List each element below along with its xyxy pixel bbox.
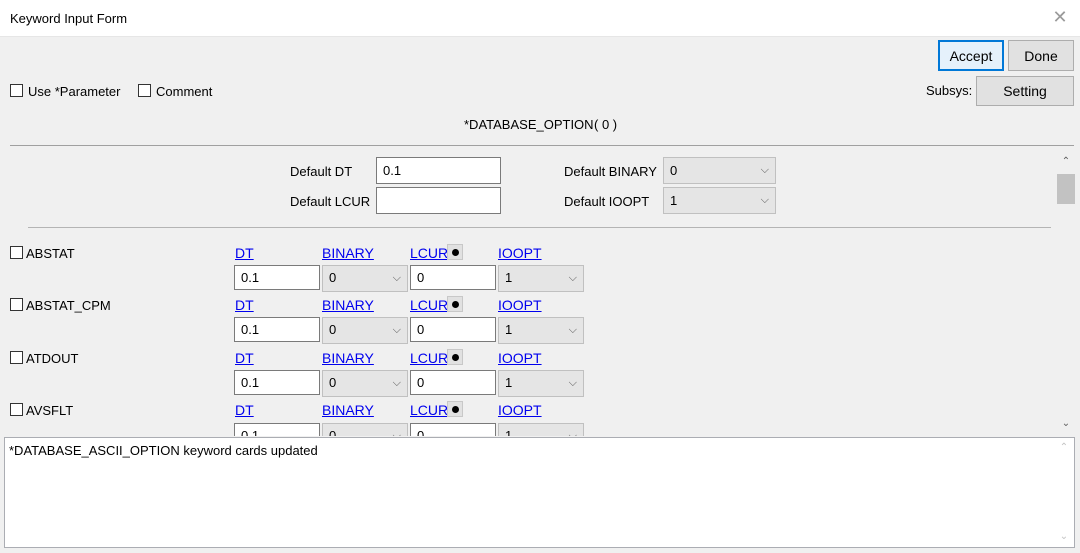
- lcur-input[interactable]: [410, 265, 496, 290]
- default-dt-input[interactable]: [376, 157, 501, 184]
- dt-input[interactable]: [234, 265, 320, 290]
- defaults-divider: [28, 227, 1051, 228]
- ioopt-link[interactable]: IOOPT: [498, 350, 542, 366]
- row-checkbox[interactable]: [10, 351, 23, 364]
- lcur-input[interactable]: [410, 370, 496, 395]
- keyword-title: *DATABASE_OPTION: [464, 117, 594, 132]
- chevron-down-icon: ⌵: [392, 324, 401, 336]
- chevron-down-icon: ⌵: [760, 194, 769, 206]
- scroll-up-icon[interactable]: ⌃: [1055, 440, 1073, 456]
- ioopt-select[interactable]: 1 ⌵: [498, 370, 584, 397]
- ioopt-value: 1: [505, 428, 513, 436]
- setting-button-label: Setting: [1003, 83, 1047, 99]
- dt-input[interactable]: [234, 317, 320, 342]
- comment-checkbox[interactable]: [138, 84, 151, 97]
- ioopt-value: 1: [505, 270, 513, 285]
- lcur-input[interactable]: [410, 317, 496, 342]
- scroll-down-icon[interactable]: ⌄: [1057, 416, 1075, 432]
- log-message: *DATABASE_ASCII_OPTION keyword cards upd…: [9, 443, 318, 458]
- ioopt-link[interactable]: IOOPT: [498, 402, 542, 418]
- accept-button-label: Accept: [949, 47, 993, 64]
- default-ioopt-select[interactable]: 1 ⌵: [663, 187, 776, 214]
- default-binary-label: Default BINARY: [564, 164, 657, 179]
- row-checkbox[interactable]: [10, 246, 23, 259]
- keyword-card-area: Default DT Default LCUR Default BINARY 0…: [0, 146, 1080, 436]
- binary-value: 0: [329, 375, 337, 390]
- log-scrollbar[interactable]: ⌃ ⌄: [1055, 438, 1073, 547]
- chevron-down-icon: ⌵: [568, 272, 577, 284]
- message-log[interactable]: *DATABASE_ASCII_OPTION keyword cards upd…: [4, 437, 1075, 548]
- chevron-down-icon: ⌵: [392, 430, 401, 436]
- binary-select[interactable]: 0 ⌵: [322, 265, 408, 292]
- default-ioopt-label: Default IOOPT: [564, 194, 650, 209]
- chevron-down-icon: ⌵: [760, 164, 769, 176]
- ioopt-value: 1: [505, 375, 513, 390]
- row-keyword-name: ABSTAT: [26, 246, 75, 261]
- lcur-input[interactable]: [410, 423, 496, 436]
- dt-link[interactable]: DT: [235, 402, 254, 418]
- dt-input[interactable]: [234, 370, 320, 395]
- binary-link[interactable]: BINARY: [322, 297, 374, 313]
- done-button[interactable]: Done: [1008, 40, 1074, 71]
- pick-dot-icon[interactable]: [447, 349, 463, 365]
- accept-button[interactable]: Accept: [938, 40, 1004, 71]
- chevron-down-icon: ⌵: [568, 324, 577, 336]
- default-lcur-label: Default LCUR: [290, 194, 371, 209]
- binary-link[interactable]: BINARY: [322, 350, 374, 366]
- row-checkbox[interactable]: [10, 403, 23, 416]
- scroll-up-icon[interactable]: ⌃: [1057, 154, 1075, 170]
- default-ioopt-value: 1: [670, 193, 678, 208]
- binary-select[interactable]: 0 ⌵: [322, 423, 408, 436]
- pick-dot-icon[interactable]: [447, 296, 463, 312]
- dt-link[interactable]: DT: [235, 350, 254, 366]
- binary-link[interactable]: BINARY: [322, 402, 374, 418]
- default-binary-select[interactable]: 0 ⌵: [663, 157, 776, 184]
- keyword-count: ( 0 ): [594, 117, 618, 132]
- ioopt-select[interactable]: 1 ⌵: [498, 423, 584, 436]
- chevron-down-icon: ⌵: [392, 377, 401, 389]
- setting-button[interactable]: Setting: [976, 76, 1074, 106]
- use-parameter-checkbox[interactable]: [10, 84, 23, 97]
- binary-value: 0: [329, 270, 337, 285]
- dt-link[interactable]: DT: [235, 297, 254, 313]
- comment-label: Comment: [156, 84, 213, 99]
- lcur-link[interactable]: LCUR: [410, 402, 448, 418]
- binary-value: 0: [329, 428, 337, 436]
- chevron-down-icon: ⌵: [568, 430, 577, 436]
- ioopt-value: 1: [505, 322, 513, 337]
- row-keyword-name: AVSFLT: [26, 403, 74, 418]
- pick-dot-icon[interactable]: [447, 244, 463, 260]
- scrollbar-thumb[interactable]: [1057, 174, 1075, 204]
- default-dt-label: Default DT: [290, 164, 353, 179]
- lcur-link[interactable]: LCUR: [410, 350, 448, 366]
- close-icon[interactable]: ✕: [1052, 6, 1068, 28]
- use-parameter-label: Use *Parameter: [28, 84, 121, 99]
- pick-dot-icon[interactable]: [447, 401, 463, 417]
- binary-link[interactable]: BINARY: [322, 245, 374, 261]
- ioopt-link[interactable]: IOOPT: [498, 297, 542, 313]
- default-lcur-input[interactable]: [376, 187, 501, 214]
- dt-input[interactable]: [234, 423, 320, 436]
- dt-link[interactable]: DT: [235, 245, 254, 261]
- ioopt-select[interactable]: 1 ⌵: [498, 265, 584, 292]
- chevron-down-icon: ⌵: [392, 272, 401, 284]
- vertical-scrollbar[interactable]: ⌃ ⌄: [1057, 152, 1075, 434]
- chevron-down-icon: ⌵: [568, 377, 577, 389]
- binary-select[interactable]: 0 ⌵: [322, 317, 408, 344]
- lcur-link[interactable]: LCUR: [410, 297, 448, 313]
- row-keyword-name: ATDOUT: [26, 351, 79, 366]
- done-button-label: Done: [1024, 47, 1058, 64]
- window-title: Keyword Input Form: [10, 11, 128, 26]
- binary-value: 0: [329, 322, 337, 337]
- binary-select[interactable]: 0 ⌵: [322, 370, 408, 397]
- ioopt-link[interactable]: IOOPT: [498, 245, 542, 261]
- ioopt-select[interactable]: 1 ⌵: [498, 317, 584, 344]
- scroll-down-icon[interactable]: ⌄: [1055, 529, 1073, 545]
- subsys-label: Subsys:: [926, 83, 973, 98]
- row-checkbox[interactable]: [10, 298, 23, 311]
- lcur-link[interactable]: LCUR: [410, 245, 448, 261]
- row-keyword-name: ABSTAT_CPM: [26, 298, 111, 313]
- default-binary-value: 0: [670, 163, 678, 178]
- title-bar: Keyword Input Form ✕: [0, 0, 1080, 37]
